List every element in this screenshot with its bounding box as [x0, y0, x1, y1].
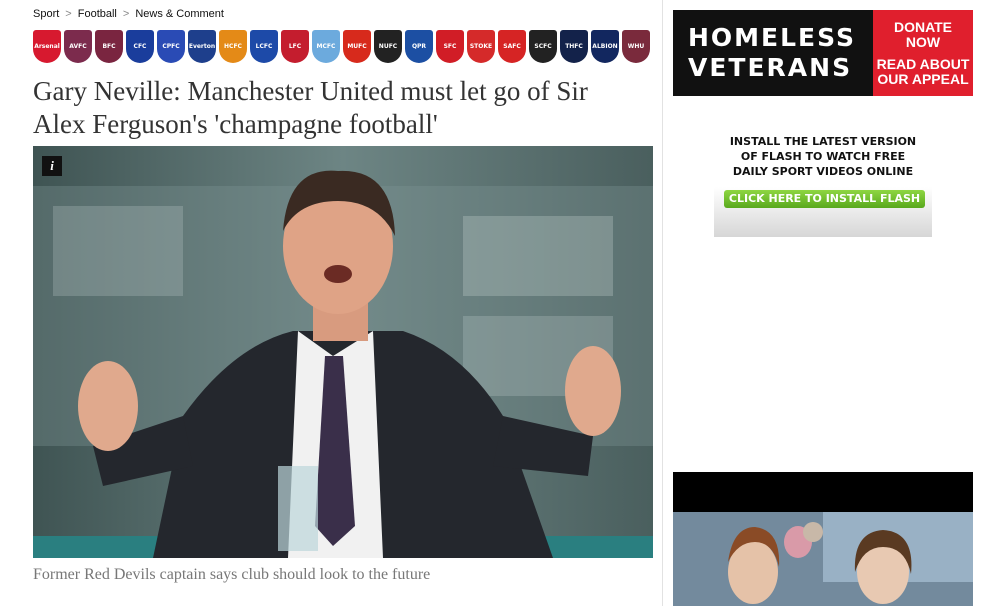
- crest-leicester-icon[interactable]: LCFC: [250, 30, 278, 63]
- crest-man-city-icon[interactable]: MCFC: [312, 30, 340, 63]
- crest-west-brom-icon[interactable]: ALBION: [591, 30, 619, 63]
- article-hero-image: [33, 146, 653, 558]
- crest-crystal-palace-icon[interactable]: CPFC: [157, 30, 185, 63]
- article-headline: Gary Neville: Manchester United must let…: [33, 76, 588, 139]
- club-crests-bar: Arsenal AVFC BFC CFC CPFC Everton HCFC LCFC LFC M…: [33, 30, 650, 63]
- install-flash-button[interactable]: CLICK HERE TO INSTALL FLASH: [724, 190, 925, 208]
- crest-man-united-icon[interactable]: MUFC: [343, 30, 371, 63]
- homeless-veterans-ad[interactable]: HOMELESS VETERANS DONATE NOW READ ABOUT …: [673, 10, 973, 96]
- crest-southampton-icon[interactable]: SFC: [436, 30, 464, 63]
- crest-arsenal-icon[interactable]: Arsenal: [33, 30, 61, 63]
- flash-message-line: INSTALL THE LATEST VERSION: [729, 135, 917, 148]
- ad-cta-panel: DONATE NOW READ ABOUT OUR APPEAL: [873, 10, 973, 96]
- flash-message-line: OF FLASH TO WATCH FREE: [740, 150, 906, 163]
- crest-aston-villa-icon[interactable]: AVFC: [64, 30, 92, 63]
- crest-stoke-icon[interactable]: STOKE: [467, 30, 495, 63]
- read-appeal-link[interactable]: READ ABOUT OUR APPEAL: [875, 56, 971, 87]
- breadcrumb-separator: >: [65, 8, 72, 20]
- ad-logo-text: HOMELESS VETERANS: [673, 10, 873, 96]
- crest-everton-icon[interactable]: Everton: [188, 30, 216, 63]
- image-info-icon[interactable]: i: [42, 156, 62, 176]
- crest-west-ham-icon[interactable]: WHU: [622, 30, 650, 63]
- flash-button-area: CLICK HERE TO INSTALL FLASH: [714, 187, 932, 237]
- crest-newcastle-icon[interactable]: NUFC: [374, 30, 402, 63]
- breadcrumb-sport[interactable]: Sport: [33, 8, 59, 20]
- donate-now-link[interactable]: DONATE NOW: [875, 19, 971, 50]
- flash-message: INSTALL THE LATEST VERSION OF FLASH TO W…: [714, 132, 932, 179]
- flash-install-box: INSTALL THE LATEST VERSION OF FLASH TO W…: [714, 132, 932, 239]
- crest-sunderland-icon[interactable]: SAFC: [498, 30, 526, 63]
- image-caption: Former Red Devils captain says club shou…: [33, 566, 431, 583]
- crest-tottenham-icon[interactable]: THFC: [560, 30, 588, 63]
- crest-liverpool-icon[interactable]: LFC: [281, 30, 309, 63]
- column-divider: [662, 0, 663, 606]
- crest-qpr-icon[interactable]: QPR: [405, 30, 433, 63]
- flash-message-line: DAILY SPORT VIDEOS ONLINE: [732, 165, 914, 178]
- breadcrumb: Sport > Football > News & Comment: [33, 8, 224, 20]
- breadcrumb-football[interactable]: Football: [78, 8, 117, 20]
- crest-burnley-icon[interactable]: BFC: [95, 30, 123, 63]
- crest-swansea-icon[interactable]: SCFC: [529, 30, 557, 63]
- crest-chelsea-icon[interactable]: CFC: [126, 30, 154, 63]
- breadcrumb-separator: >: [122, 8, 130, 20]
- ad-line-homeless: HOMELESS: [688, 23, 857, 52]
- crest-hull-city-icon[interactable]: HCFC: [219, 30, 247, 63]
- breadcrumb-news-comment[interactable]: News & Comment: [135, 8, 224, 20]
- ad-line-veterans: VETERANS: [688, 53, 853, 82]
- video-player[interactable]: [673, 472, 973, 606]
